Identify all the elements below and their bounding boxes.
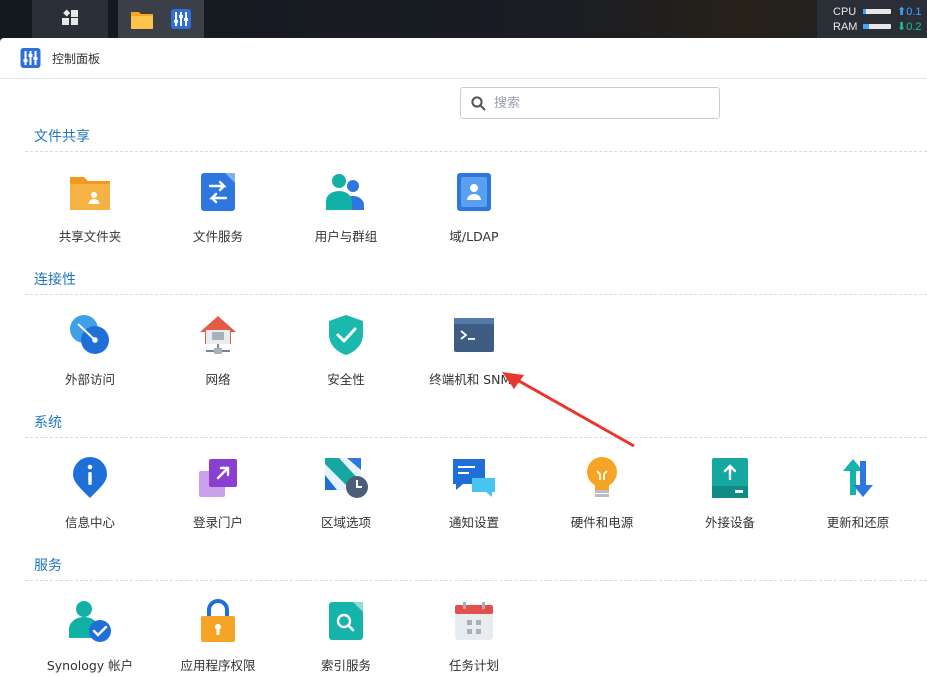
search-box[interactable]	[460, 87, 720, 119]
section-title: 服务	[34, 558, 62, 574]
domain-ldap-icon	[457, 173, 491, 211]
hardware-power-icon	[587, 457, 617, 497]
network-icon	[200, 316, 236, 354]
update-restore-icon	[843, 459, 873, 497]
item-label: 信息中心	[64, 515, 115, 530]
login-portal-icon	[199, 459, 237, 497]
external-access-item[interactable]: 外部访问	[26, 313, 154, 388]
item-label: 共享文件夹	[58, 229, 122, 244]
cpu-row: CPU ⬆0.1	[833, 4, 927, 19]
item-label: 应用程序权限	[180, 658, 256, 673]
grid-icon	[62, 9, 78, 25]
file-services-icon	[201, 173, 235, 211]
shared-folder-icon	[70, 177, 110, 210]
cpu-bar	[863, 9, 891, 14]
external-devices-item[interactable]: 外接设备	[666, 456, 794, 531]
section-file-sharing: 文件共享 共享文件夹 文件服务 用户与群组 域/LDAP	[25, 125, 927, 262]
domain-ldap-item[interactable]: 域/LDAP	[410, 170, 538, 245]
file-station-icon[interactable]	[130, 8, 154, 30]
item-label: 通知设置	[448, 515, 499, 530]
control-panel-window: 控制面板 文件共享 共享文件夹 文件服务	[0, 38, 927, 677]
ram-row: RAM ⬇0.2	[833, 19, 927, 34]
item-label: 外部访问	[64, 372, 115, 387]
indexing-service-item[interactable]: 索引服务	[282, 599, 410, 674]
synology-account-icon	[69, 601, 111, 642]
section-title: 文件共享	[34, 129, 90, 145]
item-label: 文件服务	[192, 229, 243, 244]
cpu-value: ⬆0.1	[897, 6, 922, 18]
item-label: 硬件和电源	[570, 515, 634, 530]
ram-bar	[863, 24, 891, 29]
user-group-item[interactable]: 用户与群组	[282, 170, 410, 245]
app-privileges-icon	[201, 599, 235, 642]
item-label: 用户与群组	[314, 229, 378, 244]
synology-account-item[interactable]: Synology 帐户	[26, 599, 154, 674]
terminal-icon	[454, 318, 494, 352]
item-label: 登录门户	[192, 515, 243, 530]
indexing-service-icon	[329, 602, 363, 640]
user-group-icon	[326, 174, 364, 210]
section-title: 系统	[34, 415, 62, 431]
info-center-item[interactable]: 信息中心	[26, 456, 154, 531]
task-scheduler-item[interactable]: 任务计划	[410, 599, 538, 674]
item-label: 区域选项	[320, 515, 371, 530]
hardware-power-item[interactable]: 硬件和电源	[538, 456, 666, 531]
section-title: 连接性	[34, 272, 76, 288]
taskbar-apps	[118, 0, 204, 38]
window-title: 控制面板	[52, 51, 101, 66]
login-portal-item[interactable]: 登录门户	[154, 456, 282, 531]
app-privileges-item[interactable]: 应用程序权限	[154, 599, 282, 674]
task-scheduler-icon	[455, 602, 493, 640]
search-input[interactable]	[494, 95, 694, 111]
external-devices-icon	[712, 458, 748, 498]
item-label: 域/LDAP	[449, 229, 499, 244]
window-titlebar[interactable]: 控制面板	[0, 38, 927, 79]
item-label: 安全性	[327, 372, 365, 387]
ram-label: RAM	[833, 20, 858, 33]
network-item[interactable]: 网络	[154, 313, 282, 388]
item-label: 网络	[205, 372, 231, 387]
ram-value: ⬇0.2	[897, 21, 922, 33]
shared-folder-item[interactable]: 共享文件夹	[26, 170, 154, 245]
section-system: 系统 信息中心 登录门户 区域选项 通知设置 硬件和电源 外接设备 更新和还原	[25, 411, 927, 548]
notification-icon	[453, 459, 495, 497]
control-panel-icon[interactable]	[170, 8, 192, 30]
security-icon	[329, 315, 363, 355]
info-center-icon	[73, 457, 107, 498]
resource-monitor[interactable]: CPU ⬆0.1 RAM ⬇0.2	[817, 0, 927, 38]
section-services: 服务 Synology 帐户 应用程序权限 索引服务 任务计划	[25, 554, 927, 677]
control-panel-icon	[20, 48, 41, 68]
regional-options-icon	[325, 458, 368, 498]
security-item[interactable]: 安全性	[282, 313, 410, 388]
item-label: 更新和还原	[826, 515, 890, 530]
search-icon	[471, 95, 486, 110]
notification-item[interactable]: 通知设置	[410, 456, 538, 531]
item-label: 索引服务	[320, 658, 371, 673]
file-services-item[interactable]: 文件服务	[154, 170, 282, 245]
item-label: 外接设备	[704, 515, 755, 530]
item-label: 任务计划	[448, 658, 499, 673]
external-access-icon	[70, 315, 109, 354]
regional-options-item[interactable]: 区域选项	[282, 456, 410, 531]
annotation-arrow	[502, 372, 635, 448]
update-restore-item[interactable]: 更新和还原	[794, 456, 922, 531]
item-label: Synology 帐户	[46, 658, 134, 673]
main-menu-button[interactable]	[32, 0, 108, 38]
taskbar: CPU ⬆0.1 RAM ⬇0.2	[0, 0, 927, 38]
cpu-label: CPU	[833, 5, 857, 18]
section-connectivity: 连接性 外部访问 网络 安全性 终端机和 SNMP	[25, 268, 927, 405]
